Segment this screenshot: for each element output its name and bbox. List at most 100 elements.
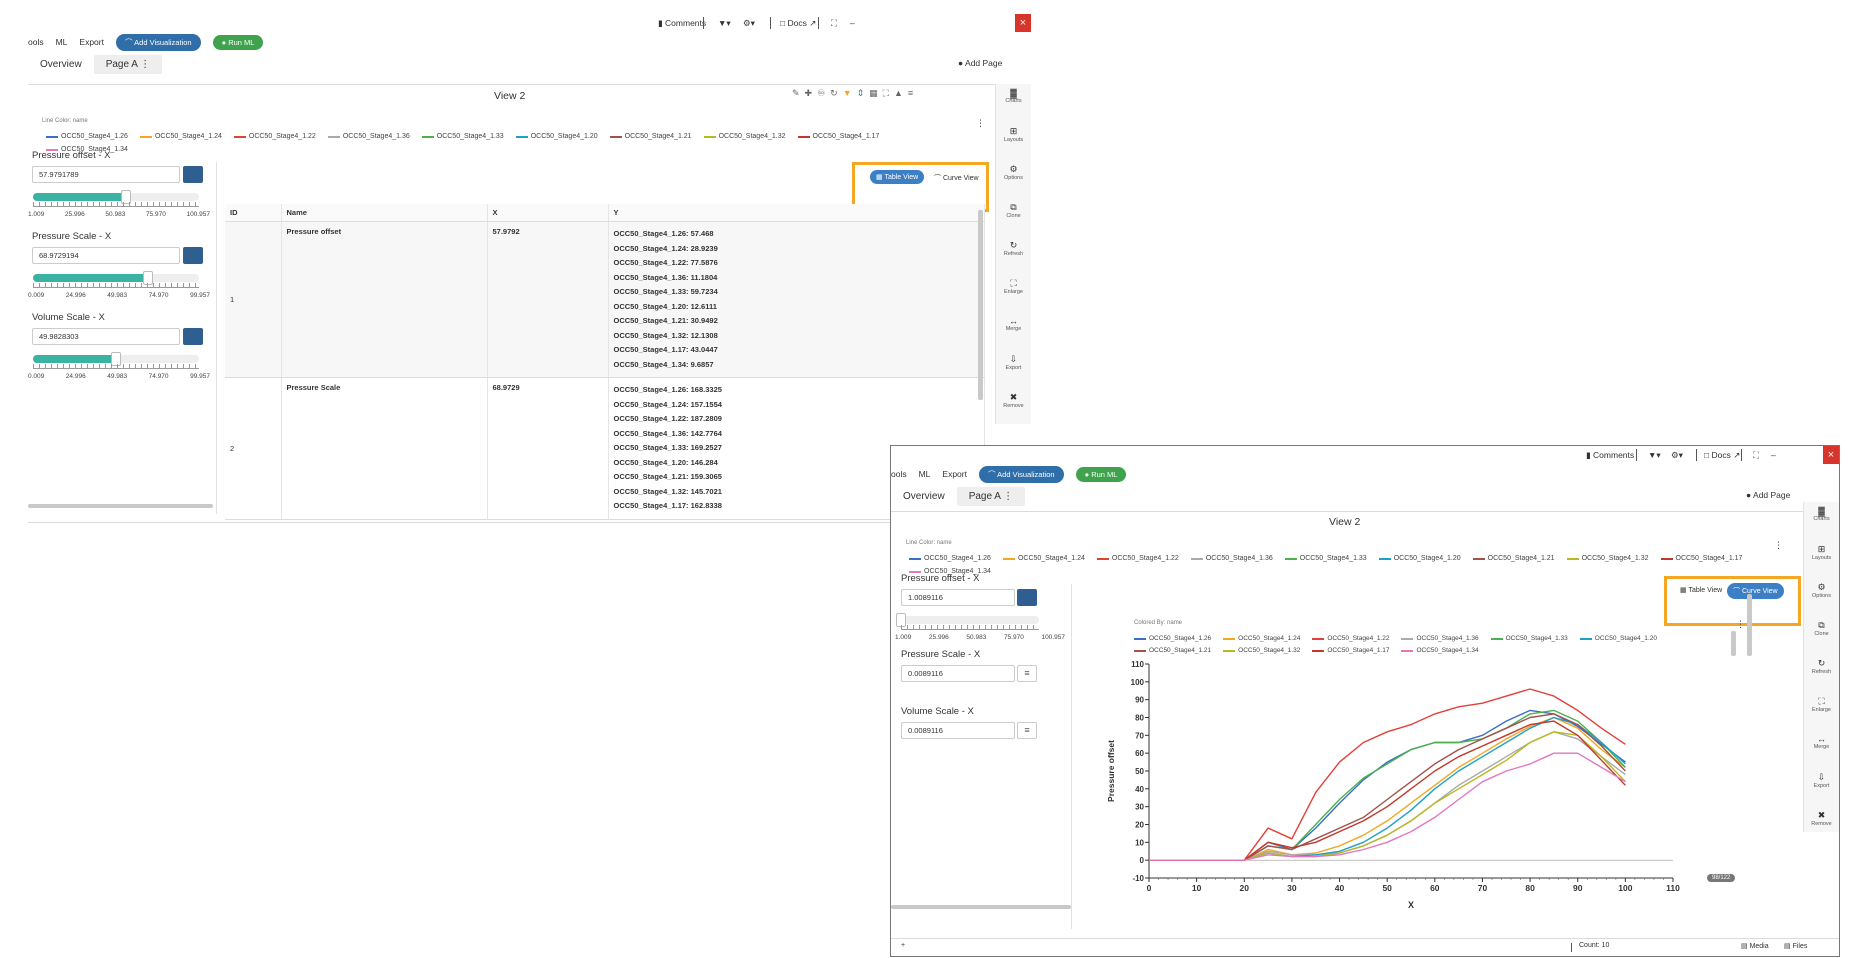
legend-item[interactable]: OCC50_Stage4_1.26: [909, 555, 991, 562]
legend-item[interactable]: OCC50_Stage4_1.24: [1223, 635, 1300, 642]
rail-export[interactable]: ⇩ Export: [996, 350, 1031, 388]
curve-view-button[interactable]: ⌒ Curve View: [1727, 583, 1784, 599]
menu-tools[interactable]: ools: [28, 37, 44, 47]
control-value-input[interactable]: 49.9828303: [32, 328, 180, 345]
control-slider[interactable]: [33, 190, 199, 204]
files-button[interactable]: ▤ Files: [1784, 942, 1807, 950]
rail-layouts[interactable]: ⊞ Layouts: [1804, 540, 1839, 578]
control-apply-button[interactable]: [183, 328, 203, 345]
menu-export[interactable]: Export: [942, 469, 967, 479]
filter-icon[interactable]: ▼▾: [1648, 450, 1661, 461]
tab-page-a[interactable]: Page A ⋮: [93, 54, 163, 74]
legend-item[interactable]: OCC50_Stage4_1.33: [1490, 635, 1568, 642]
add-visualization-button[interactable]: ⌒ Add Visualization: [115, 33, 201, 51]
legend-item[interactable]: OCC50_Stage4_1.21: [609, 133, 692, 140]
table-view-button[interactable]: ▦ Table View: [870, 170, 925, 184]
tab-overview[interactable]: Overview: [891, 487, 957, 506]
legend-item[interactable]: OCC50_Stage4_1.36: [1190, 555, 1273, 562]
control-value-input[interactable]: 68.9729194: [32, 247, 180, 264]
legend-item[interactable]: OCC50_Stage4_1.36: [327, 133, 410, 140]
rail-options[interactable]: ⚙ Options: [996, 160, 1031, 198]
control-value-input[interactable]: 1.0089116: [901, 589, 1015, 606]
minimize-icon[interactable]: –: [1771, 450, 1776, 460]
control-slider[interactable]: [33, 352, 199, 366]
menu-export[interactable]: Export: [79, 37, 104, 47]
add-icon[interactable]: +: [901, 942, 905, 949]
control-apply-button[interactable]: [183, 247, 203, 264]
pager-badge[interactable]: 98/122: [1707, 874, 1736, 882]
table-view-button[interactable]: ▦ Table View: [1674, 583, 1728, 597]
rail-refresh[interactable]: ↻ Refresh: [996, 236, 1031, 274]
menu-tools[interactable]: ools: [891, 469, 907, 479]
rail-enlarge[interactable]: ⛶ Enlarge: [996, 274, 1031, 312]
minimize-icon[interactable]: –: [850, 18, 855, 28]
header-id[interactable]: ID: [225, 204, 282, 222]
legend-item[interactable]: OCC50_Stage4_1.36: [1401, 635, 1479, 642]
fullscreen-icon[interactable]: ⛶: [1753, 450, 1759, 461]
table-scrollbar[interactable]: [978, 210, 983, 400]
control-apply-button[interactable]: [183, 166, 203, 183]
tab-page-a[interactable]: Page A ⋮: [956, 486, 1026, 506]
close-button[interactable]: ×: [1823, 446, 1839, 464]
rail-export[interactable]: ⇩ Export: [1804, 768, 1839, 806]
legend-item[interactable]: OCC50_Stage4_1.17: [1660, 555, 1742, 562]
legend-item[interactable]: OCC50_Stage4_1.20: [1579, 635, 1657, 642]
header-y[interactable]: Y: [608, 204, 985, 222]
chart-scrollbar[interactable]: [1747, 594, 1752, 656]
control-slider[interactable]: [896, 613, 1039, 627]
table-row[interactable]: 2 Pressure Scale 68.9729 OCC50_Stage4_1.26:…: [225, 377, 985, 520]
legend-item[interactable]: OCC50_Stage4_1.24: [139, 133, 222, 140]
legend-item[interactable]: OCC50_Stage4_1.26: [1134, 635, 1211, 642]
rail-charts[interactable]: ▓ Charts: [996, 84, 1031, 122]
horizontal-scrollbar[interactable]: [28, 504, 213, 508]
menu-ml[interactable]: ML: [56, 37, 68, 47]
legend-item[interactable]: OCC50_Stage4_1.20: [515, 133, 598, 140]
docs-link[interactable]: □ Docs ↗: [780, 18, 816, 29]
header-name[interactable]: Name: [281, 204, 488, 222]
table-row[interactable]: 1 Pressure offset 57.9792 OCC50_Stage4_1.26…: [225, 221, 985, 378]
legend-item[interactable]: OCC50_Stage4_1.26: [46, 133, 128, 140]
chart-more-icon[interactable]: ⋮: [1736, 619, 1745, 630]
legend-item[interactable]: OCC50_Stage4_1.22: [1312, 635, 1389, 642]
adjust-icon[interactable]: ≡: [1017, 665, 1037, 682]
rail-clone[interactable]: ⧉ Clone: [1804, 616, 1839, 654]
rail-enlarge[interactable]: ⛶ Enlarge: [1804, 692, 1839, 730]
rail-merge[interactable]: ↔ Merge: [1804, 730, 1839, 768]
control-value-input[interactable]: 57.9791789: [32, 166, 180, 183]
legend-item[interactable]: OCC50_Stage4_1.17: [797, 133, 879, 140]
legend-item[interactable]: OCC50_Stage4_1.32: [703, 133, 786, 140]
control-slider[interactable]: [33, 271, 199, 285]
docs-link[interactable]: □ Docs ↗: [1704, 450, 1740, 461]
add-page-button[interactable]: ● Add Page: [958, 58, 1002, 68]
settings-icon[interactable]: ⚙▾: [743, 18, 755, 29]
rail-clone[interactable]: ⧉ Clone: [996, 198, 1031, 236]
rail-layouts[interactable]: ⊞ Layouts: [996, 122, 1031, 160]
horizontal-scrollbar[interactable]: [891, 905, 1071, 909]
legend-item[interactable]: OCC50_Stage4_1.21: [1472, 555, 1555, 562]
fullscreen-icon[interactable]: ⛶: [831, 18, 837, 29]
legend-item[interactable]: OCC50_Stage4_1.20: [1378, 555, 1461, 562]
legend-item[interactable]: OCC50_Stage4_1.32: [1566, 555, 1649, 562]
comments-button[interactable]: ▮ Comments: [658, 18, 706, 29]
tab-overview[interactable]: Overview: [28, 55, 94, 74]
comments-button[interactable]: ▮ Comments: [1586, 450, 1634, 461]
header-x[interactable]: X: [487, 204, 609, 222]
more-options-icon[interactable]: ⋮: [976, 118, 985, 129]
rail-charts[interactable]: ▓ Charts: [1804, 502, 1839, 540]
settings-icon[interactable]: ⚙▾: [1671, 450, 1683, 461]
legend-item[interactable]: OCC50_Stage4_1.22: [1096, 555, 1179, 562]
curve-view-button[interactable]: ⌒ Curve View: [928, 170, 985, 186]
add-page-button[interactable]: ● Add Page: [1746, 490, 1790, 500]
sort-icon[interactable]: ⇕: [857, 88, 870, 98]
legend-item[interactable]: OCC50_Stage4_1.33: [1284, 555, 1367, 562]
more-options-icon[interactable]: ⋮: [1774, 540, 1783, 551]
control-apply-button[interactable]: [1017, 589, 1037, 606]
rail-remove[interactable]: ✖ Remove: [996, 388, 1031, 426]
rail-refresh[interactable]: ↻ Refresh: [1804, 654, 1839, 692]
view-toolbar-icons[interactable]: ✎✚♾↻▼⇕▦⛶▲≡: [792, 88, 918, 99]
menu-ml[interactable]: ML: [919, 469, 931, 479]
add-visualization-button[interactable]: ⌒ Add Visualization: [978, 465, 1064, 483]
close-button[interactable]: ×: [1015, 14, 1031, 32]
rail-remove[interactable]: ✖ Remove: [1804, 806, 1839, 844]
legend-item[interactable]: OCC50_Stage4_1.24: [1002, 555, 1085, 562]
